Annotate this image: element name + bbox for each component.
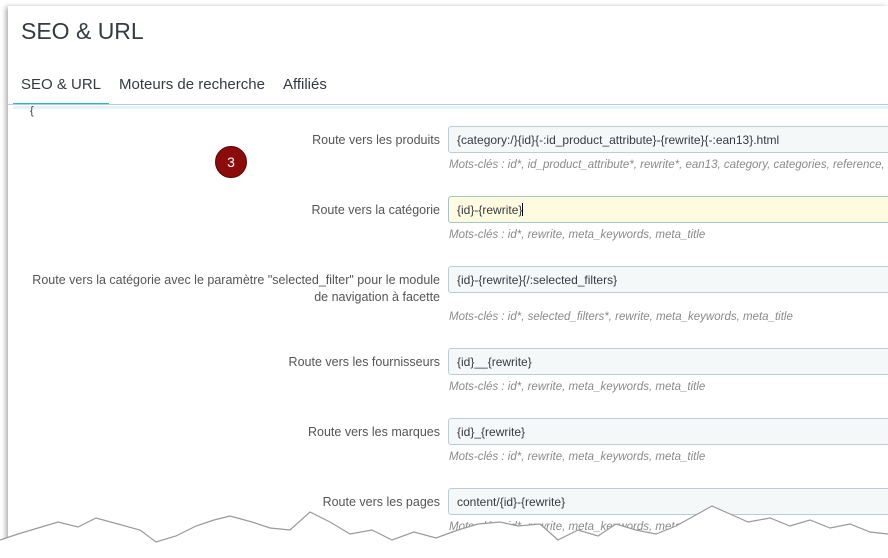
route-category-value: {id}-{rewrite} (457, 203, 523, 217)
step-number-badge: 3 (215, 146, 247, 178)
text-caret (522, 203, 524, 216)
route-category-filter-help: Mots-clés : id*, selected_filters*, rewr… (449, 311, 793, 323)
tab-bar: SEO & URL Moteurs de recherche Affiliés (13, 76, 337, 105)
route-manufacturers-label: Route vers les marques (307, 425, 440, 439)
tab-search-engines[interactable]: Moteurs de recherche (111, 76, 273, 103)
route-suppliers-label: Route vers les fournisseurs (288, 355, 440, 369)
route-category-filter-input[interactable]: {id}-{rewrite}{/:selected_filters} (448, 266, 888, 293)
route-products-input[interactable]: {category:/}{id}{-:id_product_attribute}… (448, 126, 888, 153)
page-title: SEO & URL (21, 18, 144, 44)
brace-glyph: { (30, 105, 34, 117)
route-products-help: Mots-clés : id*, id_product_attribute*, … (449, 159, 885, 171)
route-category-filter-label: Route vers la catégorie avec le paramètr… (32, 273, 440, 304)
route-category-help: Mots-clés : id*, rewrite, meta_keywords,… (449, 229, 706, 241)
route-category-input[interactable]: {id}-{rewrite} (448, 196, 888, 223)
route-suppliers-help: Mots-clés : id*, rewrite, meta_keywords,… (449, 381, 706, 393)
tab-divider (8, 104, 888, 105)
route-category-label: Route vers la catégorie (311, 203, 440, 217)
screenshot-frame: SEO & URL SEO & URL Moteurs de recherche A… (8, 6, 888, 558)
torn-edge-decoration (0, 505, 888, 558)
tab-seo-url[interactable]: SEO & URL (13, 76, 110, 105)
route-manufacturers-input[interactable]: {id}_{rewrite} (448, 418, 888, 445)
tab-affiliates[interactable]: Affiliés (275, 76, 335, 103)
route-manufacturers-help: Mots-clés : id*, rewrite, meta_keywords,… (449, 451, 706, 463)
route-suppliers-input[interactable]: {id}__{rewrite} (448, 348, 888, 375)
